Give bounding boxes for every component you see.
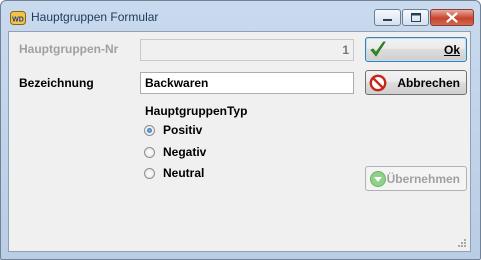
checkmark-icon <box>370 41 386 57</box>
radio-label: Neutral <box>163 166 205 180</box>
abbrechen-button-label: Abbrechen <box>397 76 460 90</box>
no-entry-icon <box>369 74 387 92</box>
hauptgruppen-typ-label: HauptgruppenTyp <box>145 104 248 118</box>
maximize-icon <box>411 13 421 22</box>
uebernehmen-button[interactable]: Übernehmen <box>365 166 467 191</box>
radio-checked-icon <box>144 124 155 136</box>
resize-grip-icon[interactable] <box>457 238 467 248</box>
minimize-button[interactable] <box>374 9 401 26</box>
dialog-window: WD Hauptgruppen Formular Hauptgruppen-Nr… <box>0 0 481 260</box>
radio-unchecked-icon <box>144 146 155 158</box>
window-title: Hauptgruppen Formular <box>31 10 159 24</box>
bezeichnung-input[interactable]: Backwaren <box>140 72 354 94</box>
title-bar[interactable]: WD Hauptgruppen Formular <box>1 1 480 31</box>
minimize-icon <box>383 19 392 21</box>
radio-neutral[interactable]: Neutral <box>144 166 204 180</box>
bezeichnung-label: Bezeichnung <box>19 76 94 90</box>
hauptgruppen-nr-field: 1 <box>140 39 354 61</box>
hauptgruppen-nr-label: Hauptgruppen-Nr <box>19 42 119 56</box>
wd-app-icon: WD <box>10 11 26 25</box>
uebernehmen-button-label: Übernehmen <box>386 172 460 186</box>
apply-arrow-icon <box>370 171 386 187</box>
abbrechen-button[interactable]: Abbrechen <box>365 70 467 95</box>
ok-button[interactable]: Ok <box>365 37 467 62</box>
maximize-button[interactable] <box>402 9 429 26</box>
form-client-area: Hauptgruppen-Nr 1 Bezeichnung Backwaren … <box>8 31 471 252</box>
radio-label: Negativ <box>163 145 207 159</box>
radio-negativ[interactable]: Negativ <box>144 145 206 159</box>
radio-positiv[interactable]: Positiv <box>144 123 202 137</box>
svg-text:WD: WD <box>12 17 24 24</box>
ok-button-label: Ok <box>443 43 460 57</box>
radio-unchecked-icon <box>144 167 155 179</box>
close-button[interactable] <box>430 9 474 26</box>
radio-label: Positiv <box>163 123 203 137</box>
close-icon <box>446 12 458 23</box>
